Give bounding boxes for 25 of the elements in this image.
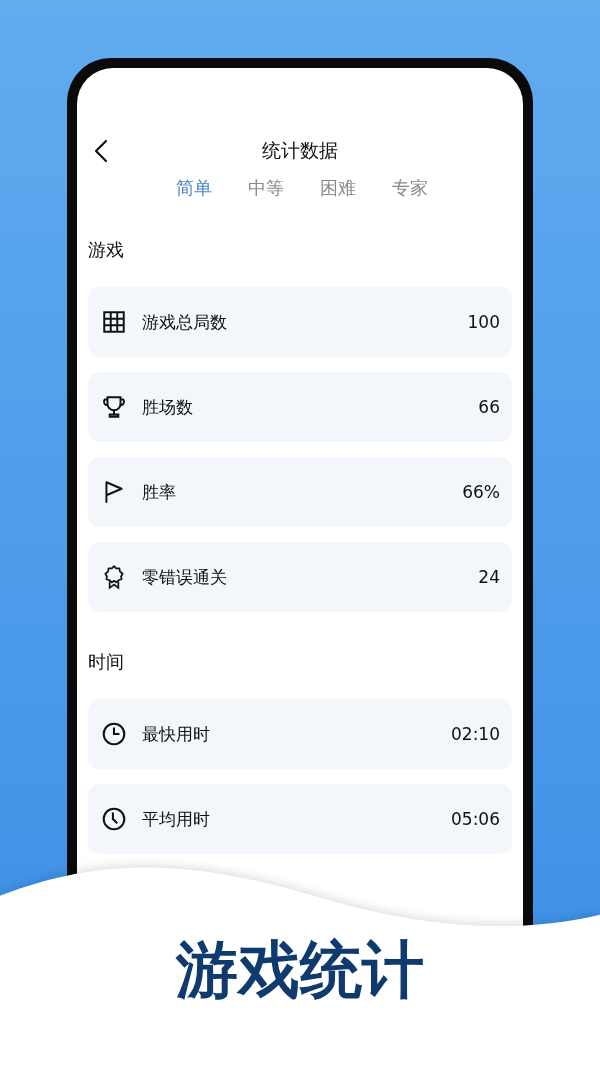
stat-value: 100 — [467, 312, 500, 332]
stat-value: 05:06 — [451, 809, 500, 829]
stat-value: 24 — [478, 567, 500, 587]
caption-heading: 游戏统计 — [175, 932, 425, 1008]
screen-title: 统计数据 — [262, 138, 338, 163]
stat-value: 02:10 — [451, 724, 500, 744]
stat-value: 66% — [462, 482, 500, 502]
difficulty-tab[interactable]: 专家 — [392, 176, 428, 200]
trophy-icon — [101, 394, 127, 420]
stat-value: 66 — [478, 397, 500, 417]
stat-label: 胜率 — [142, 480, 177, 504]
difficulty-tab[interactable]: 困难 — [320, 176, 356, 200]
stat-label: 零错误通关 — [142, 565, 228, 589]
stat-label: 平均用时 — [142, 807, 211, 831]
stat-label: 游戏总局数 — [142, 310, 228, 334]
stat-label: 最快用时 — [142, 722, 211, 746]
grid-icon — [101, 309, 127, 335]
back-icon[interactable] — [94, 139, 108, 163]
difficulty-tab[interactable]: 简单 — [176, 176, 212, 200]
clock-icon — [101, 806, 127, 832]
section-heading: 时间 — [88, 650, 125, 674]
clock-icon — [101, 721, 127, 747]
stat-label: 胜场数 — [142, 395, 194, 419]
difficulty-tab[interactable]: 中等 — [248, 176, 284, 200]
section-heading: 游戏 — [88, 238, 125, 262]
